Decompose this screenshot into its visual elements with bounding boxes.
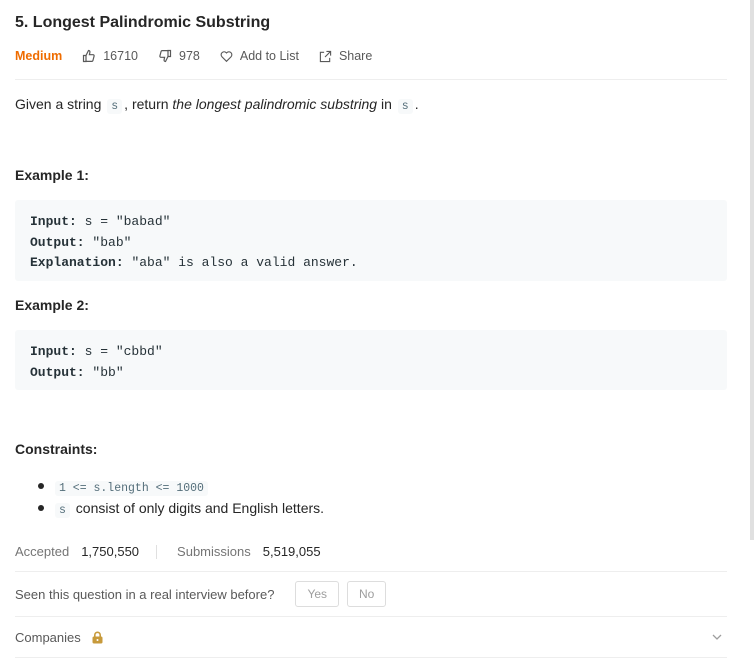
constraint-text: consist of only digits and English lette… [75,500,325,516]
example-1-block: Input: s = "babad" Output: "bab" Explana… [15,200,727,281]
lock-icon [92,631,103,644]
constraints-title: Constraints: [15,441,98,457]
stats-separator [156,544,158,559]
dislike-count: 978 [179,49,200,63]
problem-title: 5. Longest Palindromic Substring [15,14,271,31]
problem-meta-bar: Medium 16710 978 Add to List Share [15,47,392,65]
accepted-value: 1,750,550 [81,544,140,559]
share-icon [319,50,332,62]
share-label: Share [338,49,373,63]
constraint-item: 1 <= s.length <= 1000 [15,475,324,497]
interview-question-text: Seen this question in a real interview b… [15,586,275,602]
no-button[interactable]: No [347,581,387,607]
add-to-list-button[interactable]: Add to List [220,49,299,63]
divider [15,571,727,572]
dislike-button[interactable]: 978 [158,49,200,63]
accepted-label: Accepted [15,544,70,559]
yes-button[interactable]: Yes [295,581,340,607]
constraint-code: s [55,503,70,518]
constraint-code: 1 <= s.length <= 1000 [55,481,208,496]
like-count: 16710 [103,49,138,63]
like-button[interactable]: 16710 [82,49,138,63]
example-2-block: Input: s = "cbbd" Output: "bb" [15,330,727,390]
divider [15,616,727,617]
example-1-title: Example 1: [15,167,89,183]
problem-statement: Given a string s, return the longest pal… [15,96,419,114]
divider [15,79,727,80]
thumbs-down-icon [159,49,172,63]
inline-code: s [397,99,413,114]
submission-stats: Accepted 1,750,550 Submissions 5,519,055 [15,543,321,560]
thumbs-up-icon [83,49,95,63]
submissions-value: 5,519,055 [262,544,321,559]
add-to-list-label: Add to List [239,49,299,63]
submissions-label: Submissions [177,544,251,559]
constraint-item: s consist of only digits and English let… [15,497,324,519]
companies-label: Companies [15,630,81,645]
scrollbar[interactable] [750,0,754,540]
constraints-list: 1 <= s.length <= 1000 s consist of only … [15,475,324,519]
share-button[interactable]: Share [319,49,372,63]
difficulty-label: Medium [15,49,63,63]
chevron-down-icon[interactable] [711,631,723,643]
example-2-title: Example 2: [15,297,89,313]
inline-code: s [107,99,123,114]
heart-icon [220,50,233,62]
divider [15,657,727,658]
emphasis-text: the longest palindromic substring [172,96,378,112]
interview-question-row: Seen this question in a real interview b… [15,580,387,608]
companies-row[interactable]: Companies [15,629,727,646]
